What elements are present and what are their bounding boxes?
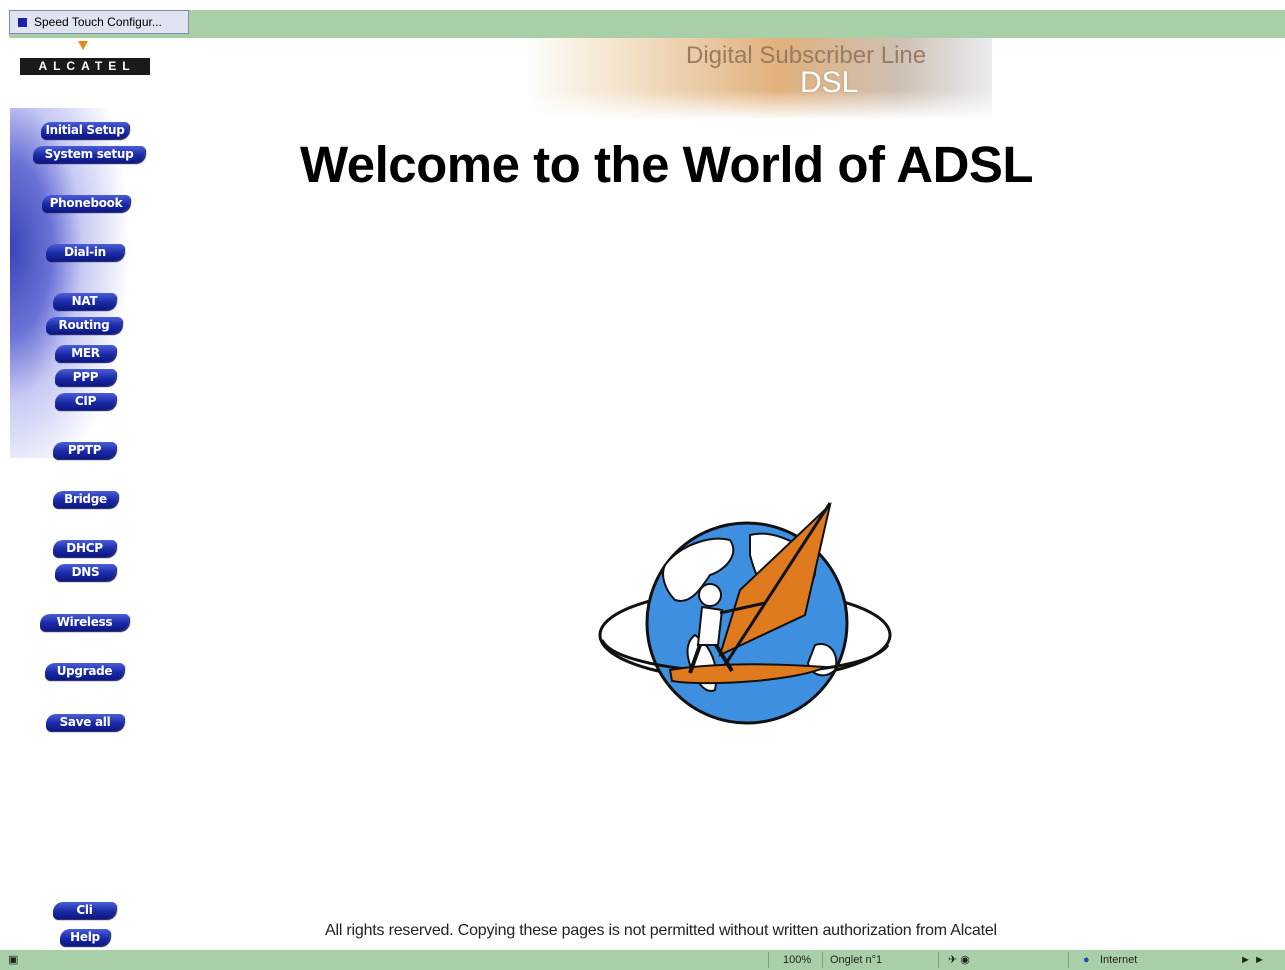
status-separator xyxy=(938,952,939,968)
page-title: Welcome to the World of ADSL xyxy=(300,136,1034,193)
nav-cli-button[interactable]: Cli xyxy=(53,902,116,919)
status-bar: ▣ 100% Onglet n°1 ✈ ◉ ● Internet ► ► xyxy=(0,950,1285,970)
banner-subtitle: DSL xyxy=(800,66,859,99)
alcatel-logo: ALCATEL xyxy=(20,58,150,75)
resize-grip-icon[interactable]: ► ► xyxy=(1240,953,1265,967)
page-icon xyxy=(18,18,27,27)
nav-bridge-button[interactable]: Bridge xyxy=(53,491,118,508)
nav-dial-in-button[interactable]: Dial-in xyxy=(46,244,124,261)
nav-dhcp-button[interactable]: DHCP xyxy=(53,540,116,557)
copyright-notice: All rights reserved. Copying these pages… xyxy=(325,922,997,939)
browser-tab[interactable]: Speed Touch Configur... xyxy=(9,10,189,34)
nav-mer-button[interactable]: MER xyxy=(55,345,116,362)
nav-initial-setup-button[interactable]: Initial Setup xyxy=(41,122,129,139)
status-separator xyxy=(1068,952,1069,968)
nav-phonebook-button[interactable]: Phonebook xyxy=(42,195,130,212)
browser-tab-title: Speed Touch Configur... xyxy=(34,15,162,29)
globe-icon: ● xyxy=(1083,954,1090,966)
nav-cip-button[interactable]: CIP xyxy=(55,393,116,410)
banner-fade xyxy=(520,90,992,120)
tab-strip xyxy=(9,10,1285,38)
nav-dns-button[interactable]: DNS xyxy=(55,564,116,581)
tab-number-label: Onglet n°1 xyxy=(830,954,883,966)
security-icons: ✈ ◉ xyxy=(948,954,970,966)
zoom-level[interactable]: 100% xyxy=(783,953,811,967)
nav-pptp-button[interactable]: PPTP xyxy=(53,442,116,459)
nav-help-button[interactable]: Help xyxy=(60,929,110,946)
nav-nat-button[interactable]: NAT xyxy=(53,293,116,310)
page-status-icon: ▣ xyxy=(8,954,19,966)
windsurfer-globe-illustration xyxy=(598,502,892,725)
nav-routing-button[interactable]: Routing xyxy=(46,317,122,334)
nav-ppp-button[interactable]: PPP xyxy=(55,369,116,386)
nav-save-all-button[interactable]: Save all xyxy=(46,714,124,731)
zone-label: Internet xyxy=(1100,954,1138,966)
logo-arrow-icon xyxy=(78,41,88,50)
status-separator xyxy=(822,952,823,968)
nav-system-setup-button[interactable]: System setup xyxy=(33,146,145,163)
status-separator xyxy=(768,952,769,968)
nav-wireless-button[interactable]: Wireless xyxy=(40,614,129,631)
nav-upgrade-button[interactable]: Upgrade xyxy=(45,663,124,680)
